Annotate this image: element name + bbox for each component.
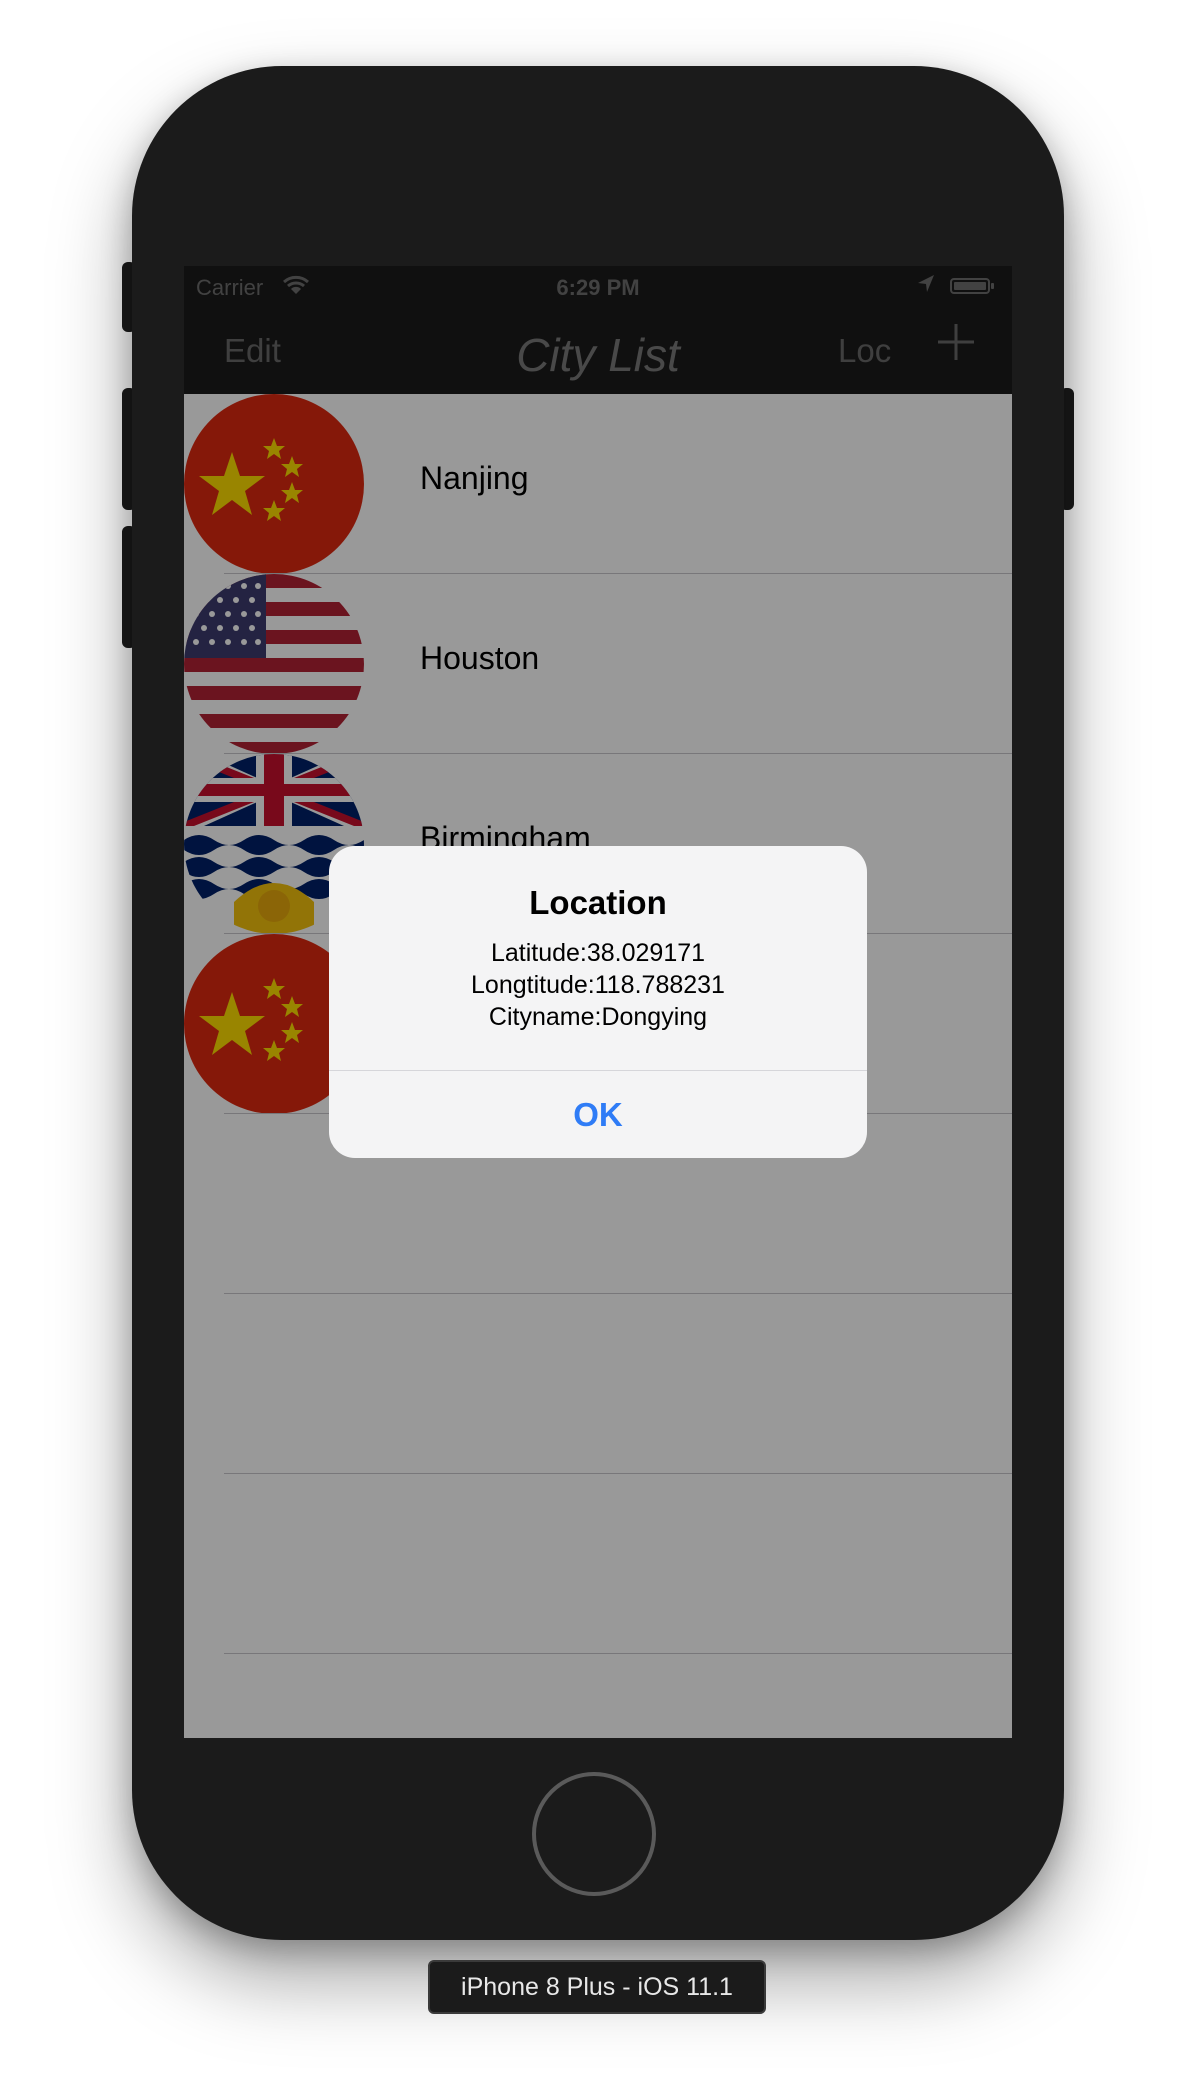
alert-title: Location bbox=[529, 884, 667, 921]
device-label: iPhone 8 Plus - iOS 11.1 bbox=[428, 1960, 766, 2014]
alert-latitude: Latitude:38.029171 bbox=[490, 939, 706, 967]
ok-button[interactable]: OK bbox=[329, 1071, 867, 1158]
alert-cityname: Cityname:Dongying bbox=[488, 1003, 708, 1031]
screen: Carrier 6:29 PM Edit City List Loc Nanji… bbox=[184, 266, 1012, 1738]
home-button[interactable] bbox=[532, 1772, 656, 1896]
location-alert: Location Latitude:38.029171 Longtitude:1… bbox=[329, 846, 867, 1158]
alert-longitude: Longtitude:118.788231 bbox=[471, 971, 725, 999]
